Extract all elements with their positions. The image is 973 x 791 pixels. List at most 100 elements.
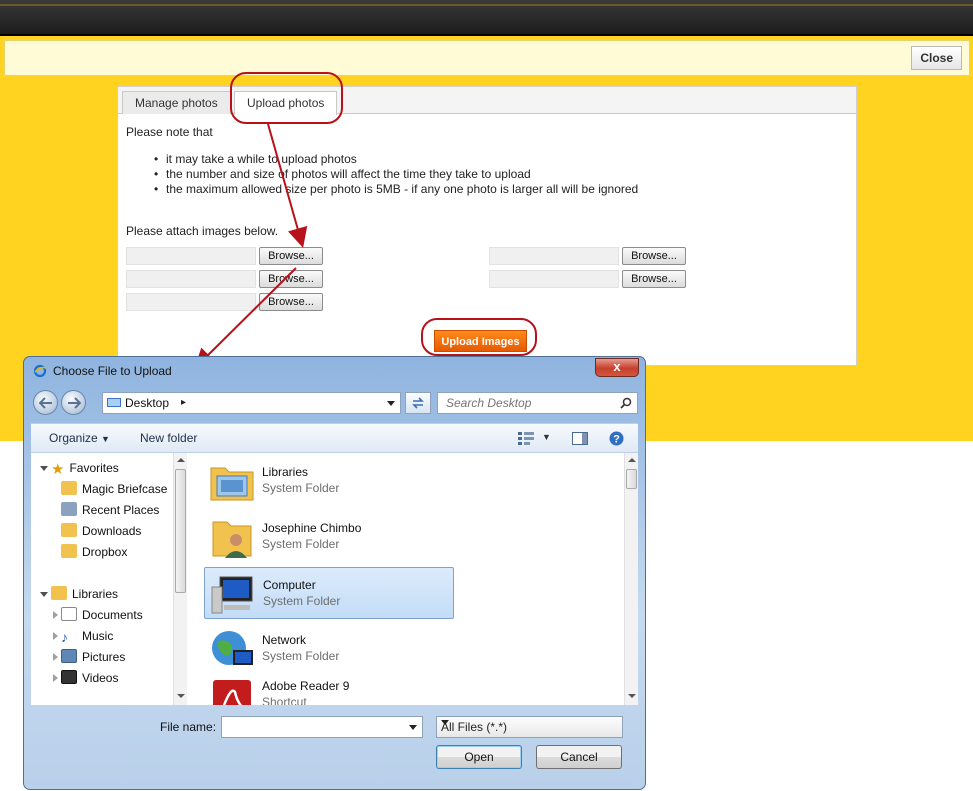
organize-menu[interactable]: Organize ▼	[49, 431, 110, 445]
nav-documents[interactable]: Documents	[61, 605, 143, 625]
file-path-field[interactable]	[126, 293, 256, 311]
tab-bar: Manage photos Upload photos	[118, 87, 856, 115]
close-button[interactable]: Close	[911, 46, 962, 70]
nav-downloads[interactable]: Downloads	[61, 521, 141, 541]
preview-pane-icon[interactable]	[572, 432, 588, 445]
new-folder-button[interactable]: New folder	[140, 431, 197, 445]
scroll-up-arrow-icon[interactable]	[628, 458, 636, 462]
note-item: the maximum allowed size per photo is 5M…	[154, 182, 638, 197]
nav-music[interactable]: ♪ Music	[61, 626, 113, 646]
refresh-icon	[412, 397, 424, 409]
file-path-field[interactable]	[126, 247, 256, 265]
search-input[interactable]	[444, 394, 614, 412]
nav-label: Dropbox	[82, 545, 128, 559]
browse-button[interactable]: Browse...	[622, 247, 686, 265]
file-path-field[interactable]	[489, 247, 619, 265]
search-icon[interactable]	[620, 397, 632, 409]
back-button[interactable]	[33, 390, 58, 415]
downloads-folder-icon	[61, 523, 77, 537]
navigation-pane: ★ Favorites Magic Briefcase Recent Places…	[31, 453, 187, 705]
file-path-field[interactable]	[489, 270, 619, 288]
scroll-down-arrow-icon[interactable]	[177, 694, 185, 698]
expand-icon[interactable]	[53, 632, 58, 640]
file-item-adobe-reader[interactable]: Adobe Reader 9 Shortcut	[204, 675, 454, 705]
nav-label: Music	[82, 629, 114, 643]
refresh-button[interactable]	[405, 392, 431, 414]
file-type: System Folder	[262, 649, 340, 663]
file-item-user-folder[interactable]: Josephine Chimbo System Folder	[204, 511, 454, 563]
note-item: the number and size of photos will affec…	[154, 167, 638, 182]
file-type: Shortcut	[262, 695, 307, 705]
file-type: System Folder	[262, 537, 340, 551]
close-icon: x	[613, 359, 621, 374]
notice-bar: Close	[4, 40, 970, 76]
nav-videos[interactable]: Videos	[61, 668, 118, 688]
scrollbar-thumb[interactable]	[626, 469, 637, 489]
note-heading: Please note that	[126, 125, 213, 139]
nav-libraries[interactable]: Libraries	[51, 584, 118, 604]
expand-icon[interactable]	[53, 611, 58, 619]
browse-button[interactable]: Browse...	[259, 270, 323, 288]
file-type-filter-value: All Files (*.*)	[441, 720, 508, 734]
help-icon[interactable]: ?	[609, 431, 624, 446]
file-name-label: File name:	[160, 720, 217, 734]
libraries-folder-icon	[210, 467, 254, 501]
file-item-libraries[interactable]: Libraries System Folder	[204, 455, 454, 507]
dialog-close-button[interactable]: x	[595, 358, 639, 377]
note-list: it may take a while to upload photos the…	[154, 152, 638, 197]
nav-magic-briefcase[interactable]: Magic Briefcase	[61, 479, 167, 499]
star-icon: ★	[51, 461, 65, 478]
file-name: Computer	[263, 578, 316, 592]
tab-manage-photos[interactable]: Manage photos	[122, 91, 231, 114]
file-type-filter[interactable]: All Files (*.*)	[436, 716, 623, 738]
chevron-down-icon[interactable]: ▼	[542, 432, 551, 442]
folder-icon	[61, 544, 77, 558]
forward-button[interactable]	[61, 390, 86, 415]
nav-label: Libraries	[72, 587, 119, 601]
breadcrumb-chevron-icon[interactable]: ▸	[181, 397, 186, 408]
scroll-down-arrow-icon[interactable]	[628, 694, 636, 698]
nav-pictures[interactable]: Pictures	[61, 647, 125, 667]
nav-dropbox[interactable]: Dropbox	[61, 542, 127, 562]
file-item-network[interactable]: Network System Folder	[204, 623, 454, 675]
pictures-icon	[61, 649, 77, 663]
browse-button[interactable]: Browse...	[259, 293, 323, 311]
browse-button[interactable]: Browse...	[622, 270, 686, 288]
view-options-icon[interactable]	[518, 432, 534, 445]
nav-recent-places[interactable]: Recent Places	[61, 500, 159, 520]
expand-icon[interactable]	[40, 466, 48, 471]
file-type: System Folder	[263, 594, 341, 608]
expand-icon[interactable]	[40, 592, 48, 597]
file-upload-dialog: Choose File to Upload x Desktop ▸ Organi…	[23, 356, 646, 790]
address-bar[interactable]: Desktop ▸	[102, 392, 401, 414]
user-folder-icon	[212, 521, 252, 558]
internet-explorer-icon	[33, 364, 47, 378]
file-name-field[interactable]	[221, 716, 423, 738]
expand-icon[interactable]	[53, 653, 58, 661]
search-box[interactable]	[437, 392, 638, 414]
nav-scrollbar[interactable]	[173, 453, 187, 705]
cancel-button[interactable]: Cancel	[536, 745, 622, 769]
expand-icon[interactable]	[53, 674, 58, 682]
scrollbar-thumb[interactable]	[175, 469, 186, 593]
chevron-down-icon	[441, 720, 449, 725]
file-name: Libraries	[262, 465, 309, 479]
nav-label: Favorites	[69, 461, 119, 475]
file-path-field[interactable]	[126, 270, 256, 288]
open-button[interactable]: Open	[436, 745, 522, 769]
top-navigation-bar	[0, 0, 973, 36]
computer-icon	[211, 576, 253, 614]
scroll-up-arrow-icon[interactable]	[177, 458, 185, 462]
recent-places-icon	[61, 502, 77, 516]
chevron-down-icon[interactable]	[409, 725, 417, 730]
nav-favorites[interactable]: ★ Favorites	[51, 458, 119, 478]
file-item-computer[interactable]: Computer System Folder	[204, 567, 454, 619]
file-type: System Folder	[262, 481, 340, 495]
file-name: Adobe Reader 9	[262, 679, 350, 693]
attach-label: Please attach images below.	[126, 224, 279, 238]
chevron-down-icon[interactable]	[387, 401, 395, 406]
file-list-scrollbar[interactable]	[624, 453, 638, 705]
dialog-footer: File name: All Files (*.*) Open Cancel	[31, 705, 638, 783]
videos-icon	[61, 670, 77, 684]
browse-button[interactable]: Browse...	[259, 247, 323, 265]
